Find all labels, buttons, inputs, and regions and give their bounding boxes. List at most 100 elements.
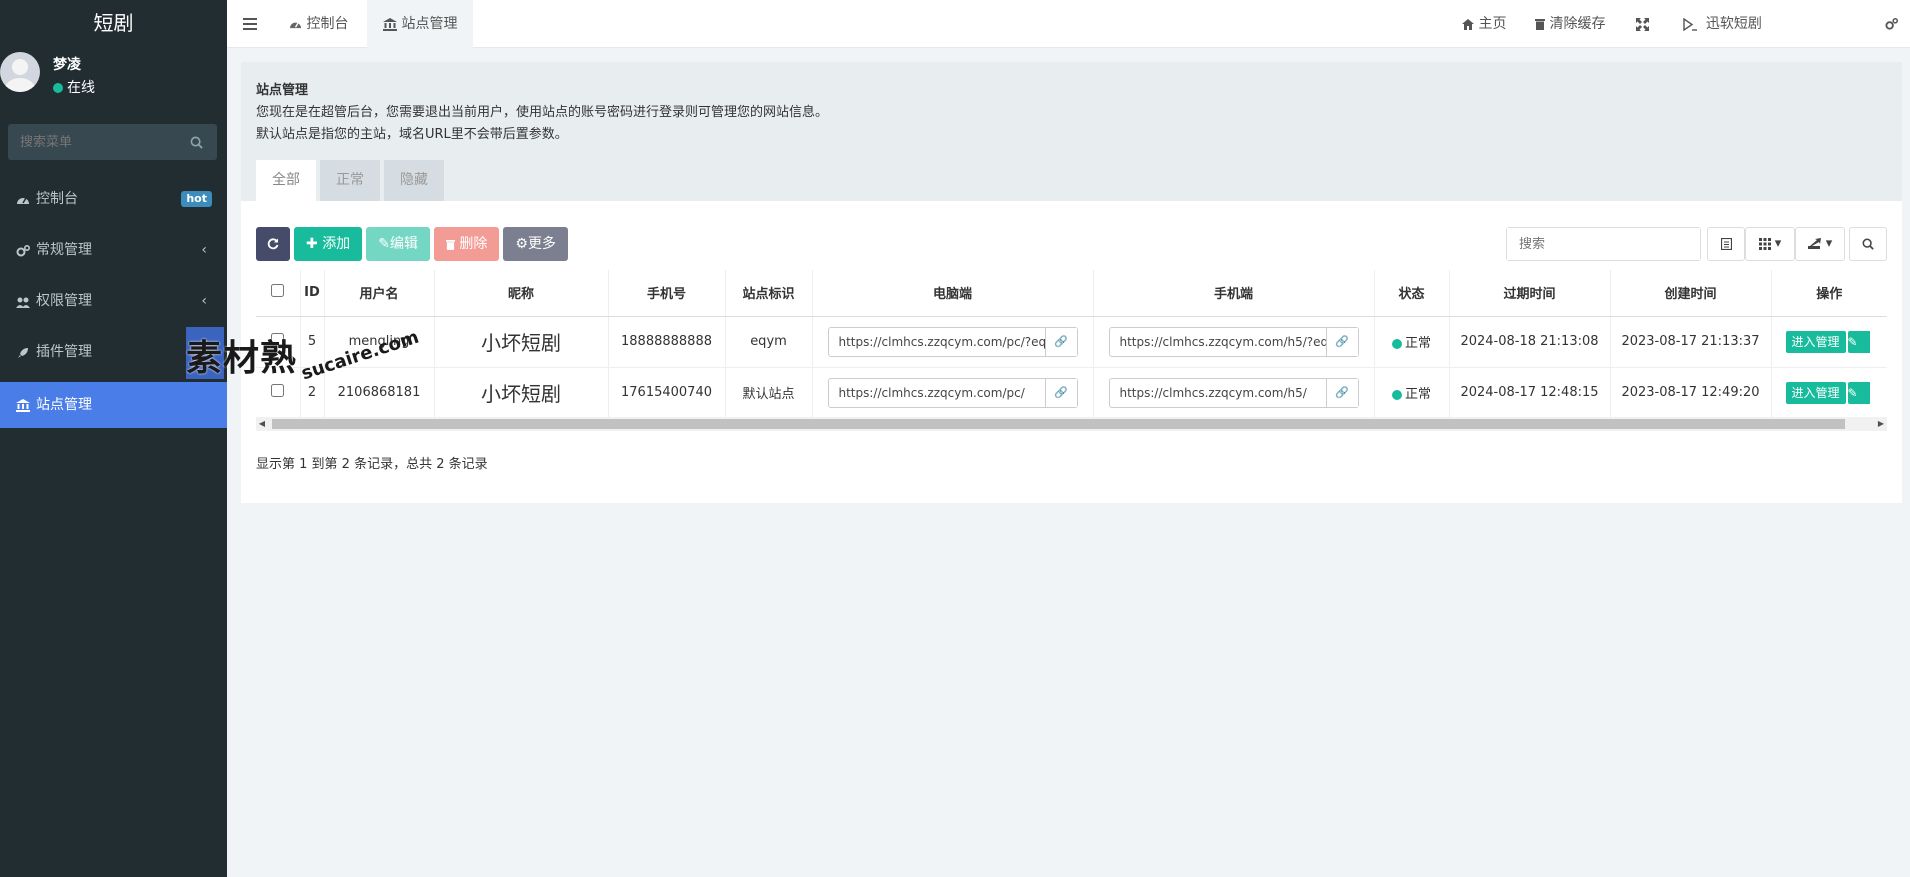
tab-all[interactable]: 全部 <box>256 160 316 201</box>
status-label: 正常 <box>1404 336 1431 351</box>
cell-status: 正常 <box>1374 316 1450 368</box>
pc-url-group: https://clmhcs.zzqcym.com/pc/?eqym 🔗 <box>827 326 1078 357</box>
enter-manage-button[interactable]: 进入管理 <box>1785 381 1846 404</box>
tab-hidden[interactable]: 隐藏 <box>384 160 444 201</box>
link-icon[interactable]: 🔗 <box>1044 378 1077 407</box>
trash-icon <box>445 236 455 252</box>
row-edit-pencil-icon[interactable]: ✎ <box>1847 381 1870 404</box>
h5-url-field[interactable]: https://clmhcs.zzqcym.com/h5/ <box>1110 379 1326 407</box>
top-navbar: 控制台 站点管理 主页 清除缓存 迅软短剧 <box>227 0 1910 48</box>
scroll-left-arrow-icon[interactable]: ◀ <box>256 417 268 431</box>
table-search-input[interactable] <box>1507 228 1700 260</box>
h5-url-group: https://clmhcs.zzqcym.com/h5/ 🔗 <box>1108 377 1359 408</box>
col-nickname[interactable]: 昵称 <box>434 270 609 317</box>
link-icon[interactable]: 🔗 <box>1044 327 1077 356</box>
select-all-checkbox[interactable] <box>271 284 285 298</box>
dashboard-icon <box>289 16 302 32</box>
more-button[interactable]: ⚙更多 <box>503 227 568 261</box>
home-label: 主页 <box>1478 16 1507 32</box>
bank-icon <box>14 382 32 428</box>
toggle-view-button[interactable] <box>1707 227 1745 261</box>
pc-url-field[interactable]: https://clmhcs.zzqcym.com/pc/?eqym <box>829 328 1045 356</box>
col-pc-url[interactable]: 电脑端 <box>812 270 1094 317</box>
link-icon[interactable]: 🔗 <box>1325 378 1358 407</box>
tab-site-management[interactable]: 站点管理 <box>367 0 474 48</box>
home-icon <box>1462 16 1474 32</box>
play-icon <box>1683 16 1697 32</box>
app-logo[interactable]: 短剧 <box>0 0 227 48</box>
cell-pc-url: https://clmhcs.zzqcym.com/pc/ 🔗 <box>812 367 1094 419</box>
app-name-link[interactable]: 迅软短剧 <box>1683 0 1762 48</box>
col-h5-url[interactable]: 手机端 <box>1093 270 1375 317</box>
panel-title: 站点管理 <box>256 83 309 98</box>
list-view-icon <box>1720 236 1732 251</box>
table-row: 5 mengling 小坏短剧 18888888888 eqym https:/… <box>256 316 1887 368</box>
sidebar-nav: 控制台 hot 常规管理 ‹ 权限管理 ‹ 插件管理 站点管理 <box>0 178 227 428</box>
watermark-text: 素材熟 <box>186 338 298 379</box>
edit-button[interactable]: ✎编辑 <box>366 227 430 261</box>
cell-site-key: 默认站点 <box>725 367 813 419</box>
sidebar-item-label: 控制台 <box>36 191 78 207</box>
filter-tabs: 全部 正常 隐藏 <box>256 160 448 201</box>
users-icon <box>14 280 32 322</box>
columns-button[interactable]: ▾ <box>1745 227 1795 261</box>
cell-actions: 进入管理 ✎ <box>1771 316 1887 368</box>
col-status[interactable]: 状态 <box>1374 270 1450 317</box>
table-row: 2 2106868181 小坏短剧 17615400740 默认站点 https… <box>256 367 1887 419</box>
cell-expire: 2024-08-18 21:13:08 <box>1449 316 1611 368</box>
col-phone[interactable]: 手机号 <box>608 270 726 317</box>
sidebar: 短剧 梦凌 在线 控制台 hot 常规管理 ‹ 权限管理 ‹ <box>0 0 227 877</box>
pencil-icon: ✎ <box>378 236 390 252</box>
col-created[interactable]: 创建时间 <box>1610 270 1772 317</box>
user-status: 在线 <box>53 77 95 97</box>
user-status-label: 在线 <box>67 80 95 96</box>
user-name: 梦凌 <box>53 57 81 73</box>
fullscreen-icon[interactable] <box>1636 0 1649 48</box>
sidebar-toggle-icon[interactable] <box>243 0 257 48</box>
scroll-right-arrow-icon[interactable]: ▶ <box>1875 417 1887 431</box>
refresh-button[interactable] <box>256 227 290 261</box>
settings-gear-icon[interactable] <box>1885 0 1898 48</box>
export-button[interactable]: ▾ <box>1795 227 1845 261</box>
rocket-icon <box>14 331 32 373</box>
table-header-row: ID 用户名 昵称 手机号 站点标识 电脑端 手机端 状态 过期时间 创建时间 … <box>256 270 1887 317</box>
clear-cache-button[interactable]: 清除缓存 <box>1535 0 1605 48</box>
add-label: 添加 <box>322 236 351 252</box>
menu-search-input[interactable] <box>8 124 217 160</box>
sidebar-item-sites[interactable]: 站点管理 <box>0 382 227 428</box>
tab-dashboard[interactable]: 控制台 <box>289 0 348 48</box>
pc-url-group: https://clmhcs.zzqcym.com/pc/ 🔗 <box>827 377 1078 408</box>
advanced-search-button[interactable] <box>1849 227 1887 261</box>
col-expire[interactable]: 过期时间 <box>1449 270 1611 317</box>
tab-normal[interactable]: 正常 <box>320 160 380 201</box>
col-id[interactable]: ID <box>300 270 325 317</box>
row-edit-pencil-icon[interactable]: ✎ <box>1847 330 1870 353</box>
enter-manage-button[interactable]: 进入管理 <box>1785 330 1846 353</box>
sidebar-item-label: 权限管理 <box>36 293 92 309</box>
status-dot-icon <box>1391 338 1402 349</box>
link-icon[interactable]: 🔗 <box>1325 327 1358 356</box>
col-username[interactable]: 用户名 <box>324 270 435 317</box>
scrollbar-thumb[interactable] <box>272 419 1845 429</box>
row-checkbox[interactable] <box>271 384 285 397</box>
sidebar-item-label: 常规管理 <box>36 242 92 258</box>
cell-phone: 17615400740 <box>608 367 726 419</box>
horizontal-scrollbar[interactable]: ◀ ▶ <box>256 417 1887 431</box>
col-site-key[interactable]: 站点标识 <box>725 270 813 317</box>
h5-url-field[interactable]: https://clmhcs.zzqcym.com/h5/?eqym <box>1110 328 1326 356</box>
table-search <box>1506 227 1701 261</box>
sidebar-item-general[interactable]: 常规管理 ‹ <box>0 229 227 280</box>
delete-button[interactable]: 删除 <box>433 227 500 261</box>
chevron-left-icon: ‹ <box>201 242 207 258</box>
add-button[interactable]: ✚ 添加 <box>294 227 363 261</box>
sidebar-item-permissions[interactable]: 权限管理 ‹ <box>0 280 227 331</box>
tab-label: 站点管理 <box>401 16 458 32</box>
caret-down-icon: ▾ <box>1825 236 1833 251</box>
panel-description-2: 默认站点是指您的主站，域名URL里不会带后置参数。 <box>256 127 568 142</box>
user-panel: 梦凌 在线 <box>0 48 227 126</box>
sidebar-item-dashboard[interactable]: 控制台 hot <box>0 178 227 229</box>
home-link[interactable]: 主页 <box>1462 0 1506 48</box>
search-icon[interactable] <box>190 134 203 150</box>
cell-status: 正常 <box>1374 367 1450 419</box>
pc-url-field[interactable]: https://clmhcs.zzqcym.com/pc/ <box>829 379 1045 407</box>
